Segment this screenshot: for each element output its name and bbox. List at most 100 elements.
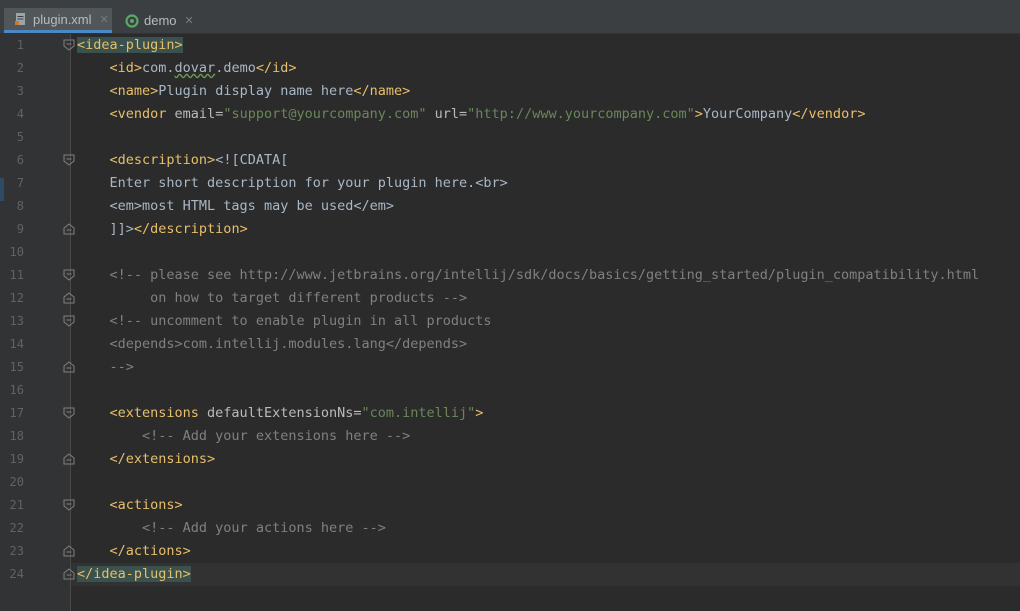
xml-file-icon bbox=[14, 12, 28, 26]
xml-tag: > bbox=[475, 405, 484, 421]
line-number: 10 bbox=[9, 245, 24, 259]
line-number: 20 bbox=[9, 475, 24, 489]
code-line[interactable]: on how to target different products --> bbox=[77, 287, 467, 310]
code-line[interactable]: <description><![CDATA[ bbox=[77, 149, 289, 172]
fold-close-icon[interactable] bbox=[62, 544, 76, 558]
code-line[interactable]: --> bbox=[77, 356, 134, 379]
cdata-marker: <![CDATA[ bbox=[215, 152, 289, 168]
xml-tag: <vendor bbox=[109, 106, 167, 122]
code-line[interactable]: <vendor email="support@yourcompany.com" … bbox=[77, 103, 866, 126]
cdata-text: Enter short description for your plugin … bbox=[109, 175, 508, 191]
line-number: 6 bbox=[16, 153, 24, 167]
tag-text: com. bbox=[142, 60, 175, 76]
fold-open-icon[interactable] bbox=[62, 38, 76, 52]
line-number: 7 bbox=[16, 176, 24, 190]
line-number: 16 bbox=[9, 383, 24, 397]
code-line[interactable]: <!-- please see http://www.jetbrains.org… bbox=[77, 264, 980, 287]
code-line[interactable]: </extensions> bbox=[77, 448, 216, 471]
xml-value: "com.intellij" bbox=[361, 405, 476, 421]
xml-comment: --> bbox=[109, 359, 134, 375]
line-number: 13 bbox=[9, 314, 24, 328]
code-line[interactable]: <em>most HTML tags may be used</em> bbox=[77, 195, 394, 218]
caret-row-highlight bbox=[71, 563, 1020, 586]
code-line[interactable]: <extensions defaultExtensionNs="com.inte… bbox=[77, 402, 484, 425]
xml-comment: <!-- Add your extensions here --> bbox=[142, 428, 411, 444]
xml-tag: </id> bbox=[255, 60, 297, 76]
tag-text: .demo bbox=[215, 60, 256, 76]
code-line[interactable]: <!-- Add your actions here --> bbox=[77, 517, 386, 540]
fold-close-icon[interactable] bbox=[62, 222, 76, 236]
line-number: 11 bbox=[9, 268, 24, 282]
line-number: 18 bbox=[9, 429, 24, 443]
fold-close-icon[interactable] bbox=[62, 291, 76, 305]
xml-tag: </name> bbox=[353, 83, 411, 99]
fold-close-icon[interactable] bbox=[62, 452, 76, 466]
fold-open-icon[interactable] bbox=[62, 268, 76, 282]
xml-comment: on how to target different products --> bbox=[109, 290, 468, 306]
line-number: 4 bbox=[16, 107, 24, 121]
tab-plugin-xml[interactable]: plugin.xml ✕ bbox=[4, 8, 112, 33]
line-number: 1 bbox=[16, 38, 24, 52]
xml-comment: <!-- please see http://www.jetbrains.org… bbox=[109, 267, 980, 283]
xml-tag: </vendor> bbox=[792, 106, 866, 122]
fold-open-icon[interactable] bbox=[62, 314, 76, 328]
tab-demo[interactable]: demo ✕ bbox=[115, 8, 197, 33]
xml-value: "support@yourcompany.com" bbox=[223, 106, 427, 122]
xml-tag: </idea-plugin> bbox=[77, 566, 191, 582]
tag-text: Plugin display name here bbox=[158, 83, 354, 99]
xml-attribute: email= bbox=[166, 106, 224, 122]
line-number: 14 bbox=[9, 337, 24, 351]
typo-text: dovar bbox=[174, 60, 216, 76]
xml-tag: </actions> bbox=[109, 543, 191, 559]
code-line[interactable]: <actions> bbox=[77, 494, 183, 517]
code-line[interactable]: </actions> bbox=[77, 540, 191, 563]
xml-tag: <actions> bbox=[109, 497, 183, 513]
line-number: 17 bbox=[9, 406, 24, 420]
xml-tag: <name> bbox=[109, 83, 159, 99]
xml-tag: <description> bbox=[109, 152, 216, 168]
code-line[interactable]: </idea-plugin> bbox=[77, 563, 191, 586]
xml-tag: </extensions> bbox=[109, 451, 216, 467]
xml-comment: <depends>com.intellij.modules.lang</depe… bbox=[109, 336, 468, 352]
xml-comment: <!-- Add your actions here --> bbox=[142, 520, 386, 536]
xml-tag: <extensions bbox=[109, 405, 199, 421]
line-number: 24 bbox=[9, 567, 24, 581]
xml-comment: <!-- uncomment to enable plugin in all p… bbox=[109, 313, 492, 329]
code-line[interactable]: <!-- Add your extensions here --> bbox=[77, 425, 410, 448]
fold-open-icon[interactable] bbox=[62, 498, 76, 512]
xml-tag: <idea-plugin> bbox=[77, 37, 183, 53]
line-number: 3 bbox=[16, 84, 24, 98]
xml-value: "http://www.yourcompany.com" bbox=[467, 106, 695, 122]
code-line[interactable]: <name>Plugin display name here</name> bbox=[77, 80, 411, 103]
line-number: 9 bbox=[16, 222, 24, 236]
cdata-marker: ]]> bbox=[109, 221, 134, 237]
xml-tag: </description> bbox=[133, 221, 248, 237]
line-number: 12 bbox=[9, 291, 24, 305]
line-number: 23 bbox=[9, 544, 24, 558]
code-line[interactable]: <idea-plugin> bbox=[77, 34, 183, 57]
xml-tag: > bbox=[694, 106, 703, 122]
cdata-text: <em>most HTML tags may be used</em> bbox=[109, 198, 394, 214]
editor-tab-bar: plugin.xml ✕ demo ✕ bbox=[0, 0, 1020, 34]
line-number: 15 bbox=[9, 360, 24, 374]
close-icon[interactable]: ✕ bbox=[185, 14, 194, 27]
xml-attribute: url= bbox=[426, 106, 468, 122]
fold-close-icon[interactable] bbox=[62, 567, 76, 581]
line-number: 21 bbox=[9, 498, 24, 512]
code-line[interactable]: <depends>com.intellij.modules.lang</depe… bbox=[77, 333, 468, 356]
code-line[interactable]: <id>com.dovar.demo</id> bbox=[77, 57, 297, 80]
run-config-icon bbox=[125, 13, 139, 28]
line-number: 8 bbox=[16, 199, 24, 213]
xml-attribute: defaultExtensionNs= bbox=[198, 405, 362, 421]
xml-tag: <id> bbox=[109, 60, 143, 76]
code-line[interactable]: ]]></description> bbox=[77, 218, 248, 241]
code-line[interactable]: <!-- uncomment to enable plugin in all p… bbox=[77, 310, 492, 333]
line-number: 2 bbox=[16, 61, 24, 75]
fold-close-icon[interactable] bbox=[62, 360, 76, 374]
fold-open-icon[interactable] bbox=[62, 153, 76, 167]
tag-text: YourCompany bbox=[702, 106, 793, 122]
fold-open-icon[interactable] bbox=[62, 406, 76, 420]
line-number: 19 bbox=[9, 452, 24, 466]
code-line[interactable]: Enter short description for your plugin … bbox=[77, 172, 508, 195]
close-icon[interactable]: ✕ bbox=[100, 13, 109, 26]
